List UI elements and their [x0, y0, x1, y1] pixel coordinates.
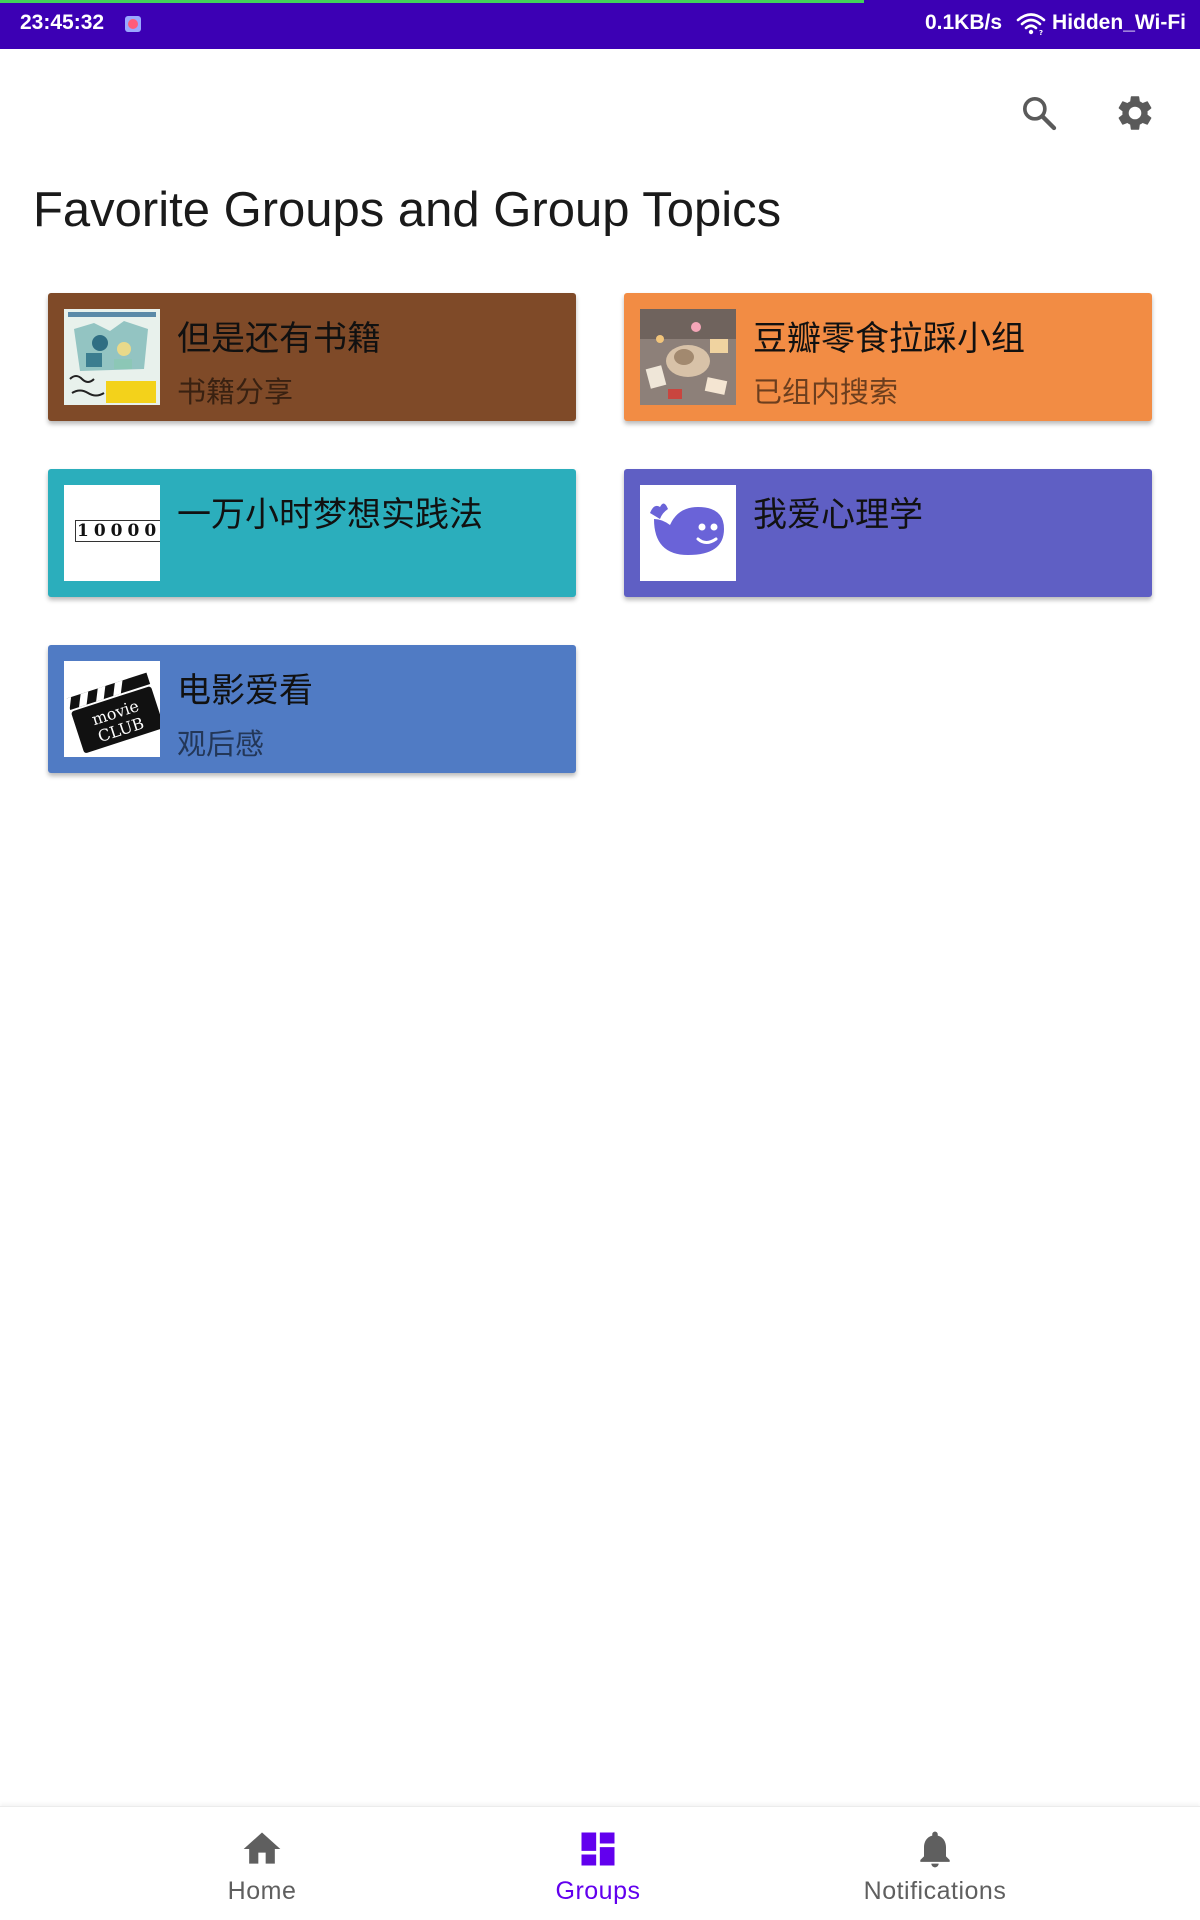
- nav-item-groups[interactable]: Groups: [488, 1807, 708, 1920]
- app-screen: 23:45:32 0.1KB/s ? Hidden_Wi-Fi Favorite…: [0, 0, 1200, 1920]
- group-thumbnail: [640, 485, 736, 581]
- group-thumbnail: [64, 309, 160, 405]
- search-icon: [1022, 97, 1057, 131]
- group-card[interactable]: 豆瓣零食拉踩小组 已组内搜索: [624, 293, 1152, 421]
- nav-label-home: Home: [227, 1877, 297, 1905]
- group-card[interactable]: 但是还有书籍 书籍分享: [48, 293, 576, 421]
- group-topic: 观后感: [177, 727, 265, 761]
- group-card[interactable]: movie CLUB 电影爱看 观后感: [48, 645, 576, 773]
- status-right-group: 0.1KB/s ? Hidden_Wi-Fi: [925, 11, 1186, 35]
- dashboard-icon: [581, 1832, 615, 1866]
- group-topic: 书籍分享: [177, 375, 294, 409]
- nav-item-home[interactable]: Home: [152, 1807, 372, 1920]
- svg-text:?: ?: [1039, 29, 1043, 35]
- network-speed: 0.1KB/s: [924, 11, 1003, 34]
- group-name: 一万小时梦想实践法: [177, 495, 483, 535]
- bell-icon: [920, 1831, 950, 1868]
- page-title: Favorite Groups and Group Topics: [33, 183, 782, 237]
- wifi-icon: ?: [1016, 13, 1046, 35]
- wifi-name: Hidden_Wi-Fi: [1052, 11, 1186, 34]
- nav-label-notifications: Notifications: [863, 1877, 1007, 1905]
- groups-grid: 但是还有书籍 书籍分享 豆瓣零食拉踩小组 已组内搜索 10000 一万小时梦想实…: [0, 0, 1200, 1920]
- movie-club-logo: movie CLUB: [64, 661, 160, 757]
- bottom-navigation: Home Groups Notifications: [0, 1806, 1200, 1920]
- settings-button[interactable]: [1110, 88, 1160, 138]
- counter-digits: 10000: [75, 520, 160, 542]
- group-thumbnail: [640, 309, 736, 405]
- counter-10000-logo: 10000: [75, 520, 160, 542]
- group-card[interactable]: 10000 一万小时梦想实践法: [48, 469, 576, 597]
- whale-icon: [640, 485, 736, 581]
- search-button[interactable]: [1014, 88, 1064, 138]
- group-topic: 已组内搜索: [753, 375, 899, 409]
- snack-photo-image: [640, 309, 736, 405]
- home-icon: [243, 1832, 281, 1864]
- group-name: 豆瓣零食拉踩小组: [753, 319, 1025, 359]
- group-name: 但是还有书籍: [177, 319, 381, 359]
- group-thumbnail: movie CLUB: [64, 661, 160, 757]
- group-thumbnail: 10000: [64, 485, 160, 581]
- group-card[interactable]: 我爱心理学: [624, 469, 1152, 597]
- book-cover-image: [64, 309, 160, 405]
- group-name: 我爱心理学: [753, 495, 923, 535]
- nav-item-notifications[interactable]: Notifications: [825, 1807, 1045, 1920]
- loading-progress-bar: [0, 0, 864, 3]
- gear-icon: [1118, 96, 1152, 130]
- notification-app-icon: [125, 16, 141, 32]
- status-bar: 23:45:32 0.1KB/s ? Hidden_Wi-Fi: [0, 0, 1200, 49]
- status-time: 23:45:32: [20, 11, 105, 34]
- nav-label-groups: Groups: [555, 1877, 641, 1905]
- group-name: 电影爱看: [177, 671, 313, 711]
